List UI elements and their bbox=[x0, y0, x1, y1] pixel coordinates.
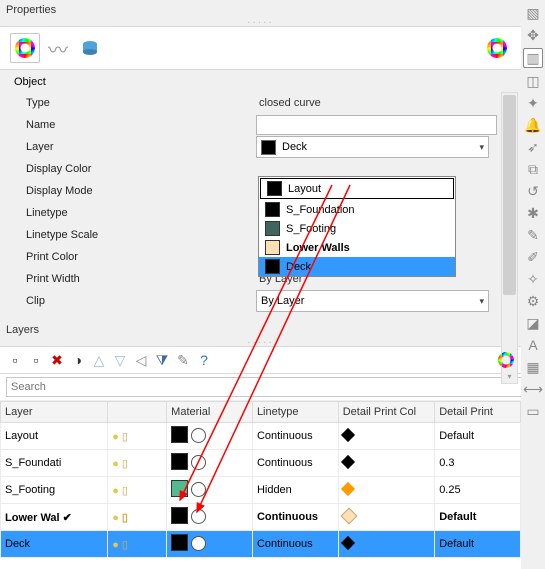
print-color-label: Print Color bbox=[14, 251, 256, 263]
curl-icon[interactable]: 〰 bbox=[44, 34, 72, 62]
linetype-scale-label: Linetype Scale bbox=[14, 229, 256, 241]
filter-icon[interactable]: ⧩ bbox=[153, 351, 171, 369]
linetype-label: Linetype bbox=[14, 207, 256, 219]
layers-table: Layer Material Linetype Detail Print Col… bbox=[0, 401, 521, 558]
col-linetype[interactable]: Linetype bbox=[252, 402, 338, 423]
pin-icon[interactable]: ✧ bbox=[524, 270, 542, 288]
type-value: closed curve bbox=[256, 96, 489, 110]
name-label: Name bbox=[14, 119, 256, 131]
main-column: Properties ····· 〰 ▾ Object Typeclosed c… bbox=[0, 0, 521, 569]
help-icon[interactable]: ? bbox=[195, 351, 213, 369]
box-icon[interactable]: ▭ bbox=[524, 402, 542, 420]
layer-row[interactable]: S_Foundati ● ▯ Continuous 0.3 bbox=[1, 450, 521, 477]
layers-toolbar: ▫ ▫ ✖ ◑ △ ▽ ◁ ⧩ ✎ ? bbox=[0, 347, 521, 374]
color-wheel-icon-right[interactable] bbox=[483, 34, 511, 62]
move-icon[interactable]: ✥ bbox=[524, 26, 542, 44]
grid-icon[interactable]: ▦ bbox=[524, 358, 542, 376]
name-input[interactable] bbox=[256, 115, 497, 135]
display-icon[interactable]: ▥ bbox=[523, 48, 543, 68]
clip-value: By Layer bbox=[261, 295, 304, 307]
type-label: Type bbox=[14, 97, 256, 109]
undo-icon[interactable]: ↺ bbox=[524, 182, 542, 200]
dropdown-item-deck[interactable]: Deck bbox=[259, 257, 455, 276]
layer-props-icon[interactable]: ◑ bbox=[69, 351, 87, 369]
col-detail-print-col[interactable]: Detail Print Col bbox=[338, 402, 434, 423]
net-icon[interactable]: ✱ bbox=[524, 204, 542, 222]
layer-row-selected[interactable]: Deck ● ▯ Continuous Default bbox=[1, 531, 521, 558]
dims-icon[interactable]: ⟷ bbox=[524, 380, 542, 398]
brush-icon[interactable]: ➶ bbox=[524, 138, 542, 156]
display-color-label: Display Color bbox=[14, 163, 256, 175]
clip-combo[interactable]: By Layer ▾ bbox=[256, 290, 489, 312]
dropdown-item-sfoundation[interactable]: S_Foundation bbox=[259, 200, 455, 219]
wand-icon[interactable]: ✦ bbox=[524, 94, 542, 112]
layers-search-input[interactable] bbox=[6, 377, 525, 397]
prev-icon[interactable]: ◁ bbox=[132, 351, 150, 369]
layer-dropdown[interactable]: Layout S_Foundation S_Footing Lower Wall… bbox=[258, 176, 456, 277]
new-sublayer-icon[interactable]: ▫ bbox=[27, 351, 45, 369]
col-detail-print[interactable]: Detail Print bbox=[435, 402, 521, 423]
right-tool-strip: ▧ ✥ ▥ ◫ ✦ 🔔 ➶ ⧉ ↺ ✱ ✎ ✐ ✧ ⚙ ◪ A ▦ ⟷ ▭ bbox=[521, 0, 545, 569]
dropdown-item-layout[interactable]: Layout bbox=[260, 178, 454, 199]
panel-grip[interactable]: ····· bbox=[0, 20, 521, 27]
gear-icon[interactable]: ⚙ bbox=[524, 292, 542, 310]
layer-row-current[interactable]: Lower Wal ✔ ● ▯ Continuous Default bbox=[1, 504, 521, 531]
cyl-icon[interactable] bbox=[76, 34, 104, 62]
chevron-down-icon: ▾ bbox=[479, 296, 484, 307]
up-icon[interactable]: △ bbox=[90, 351, 108, 369]
text-icon[interactable]: A bbox=[524, 336, 542, 354]
layer-combo-value: Deck bbox=[282, 141, 307, 153]
panel-grip[interactable]: ····· bbox=[0, 340, 521, 347]
properties-scrollbar[interactable]: ▾ bbox=[501, 92, 518, 384]
layer-row[interactable]: Layout ● ▯ Continuous Default bbox=[1, 423, 521, 450]
new-layer-icon[interactable]: ▫ bbox=[6, 351, 24, 369]
color-wheel-icon[interactable] bbox=[10, 33, 40, 63]
object-header: Object bbox=[14, 74, 489, 92]
pen-icon[interactable]: ✎ bbox=[524, 226, 542, 244]
dropdown-item-lowerwalls[interactable]: Lower Walls bbox=[259, 238, 455, 257]
down-icon[interactable]: ▽ bbox=[111, 351, 129, 369]
check-icon: ✔ bbox=[63, 512, 72, 524]
bell-icon[interactable]: 🔔 bbox=[524, 116, 542, 134]
display-mode-label: Display Mode bbox=[14, 185, 256, 197]
tools-icon[interactable]: ✎ bbox=[174, 351, 192, 369]
chevron-down-icon: ▾ bbox=[479, 142, 484, 153]
layer-combo[interactable]: Deck ▾ bbox=[256, 136, 489, 158]
layer-label: Layer bbox=[14, 141, 256, 153]
properties-toolbar: 〰 bbox=[0, 27, 521, 70]
delete-layer-icon[interactable]: ✖ bbox=[48, 351, 66, 369]
col-material[interactable]: Material bbox=[167, 402, 253, 423]
select-icon[interactable]: ◫ bbox=[524, 72, 542, 90]
crop-icon[interactable]: ▧ bbox=[524, 4, 542, 22]
col-layer[interactable]: Layer bbox=[1, 402, 108, 423]
clip-label: Clip bbox=[14, 295, 256, 307]
eraser-icon[interactable]: ◪ bbox=[524, 314, 542, 332]
dropdown-item-sfooting[interactable]: S_Footing bbox=[259, 219, 455, 238]
print-width-label: Print Width bbox=[14, 273, 256, 285]
brush2-icon[interactable]: ✐ bbox=[524, 248, 542, 266]
layers-icon[interactable]: ⧉ bbox=[524, 160, 542, 178]
col-state[interactable] bbox=[108, 402, 167, 423]
layer-row[interactable]: S_Footing ● ▯ Hidden 0.25 bbox=[1, 477, 521, 504]
